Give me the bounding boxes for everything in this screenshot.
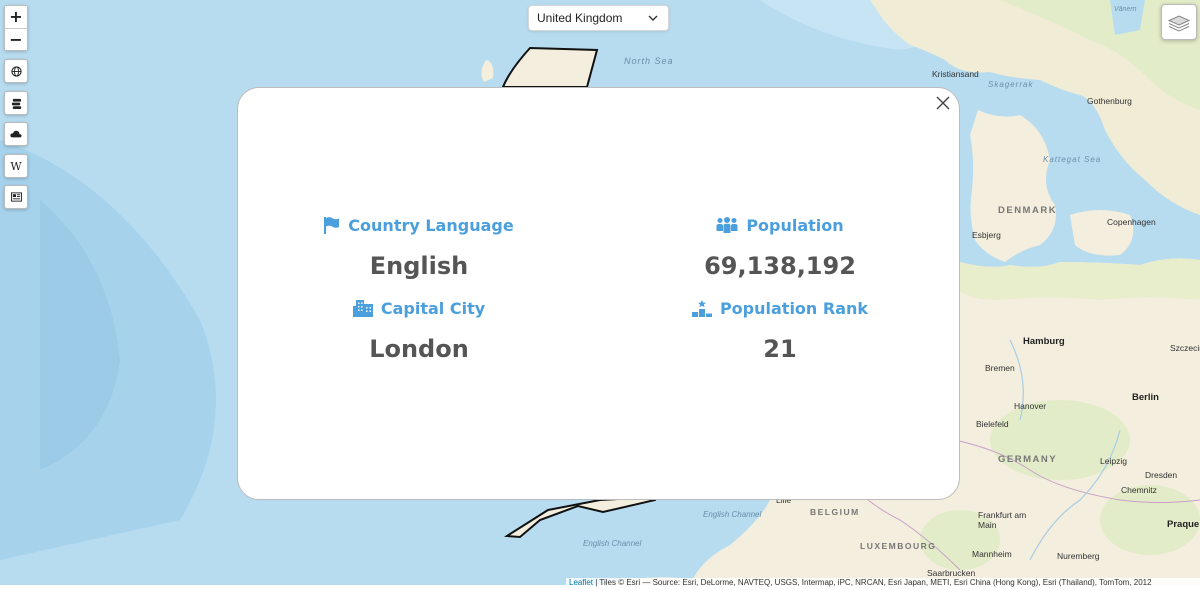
country-select[interactable]: United Kingdom [528, 5, 669, 31]
city-label: Hanover [1014, 401, 1047, 411]
globe-icon [10, 65, 22, 77]
newspaper-icon [10, 192, 22, 202]
language-stat: Country Language English [289, 216, 549, 280]
news-button[interactable] [4, 185, 28, 209]
city-label: Chemnitz [1121, 485, 1157, 495]
city-label: Bielefeld [976, 419, 1009, 429]
country-label: BELGIUM [810, 507, 860, 517]
layers-icon [1168, 15, 1190, 32]
layers-button[interactable] [1161, 4, 1197, 40]
leaflet-link[interactable]: Leaflet [569, 578, 593, 587]
city-label: Praque [1167, 519, 1200, 530]
city-label: Nuremberg [1057, 551, 1100, 561]
currency-button[interactable] [4, 91, 28, 115]
city-label: Mannheim [972, 549, 1012, 559]
rank-label: Population Rank [719, 299, 869, 318]
wikipedia-button[interactable]: W [4, 154, 28, 178]
city-label: Leipzig [1100, 456, 1127, 466]
country-label: LUXEMBOURG [860, 541, 937, 551]
population-value: 69,138,192 [704, 252, 856, 280]
zoom-control: + − [4, 5, 28, 51]
country-label: GERMANY [998, 454, 1058, 465]
city-icon [352, 300, 373, 317]
city-label: Berlin [1132, 392, 1159, 403]
rank-value: 21 [763, 335, 797, 363]
podium-icon [691, 300, 712, 317]
city-label: Copenhagen [1107, 217, 1156, 227]
chevron-down-icon [648, 15, 658, 21]
lake-label: Vänern [1114, 6, 1137, 13]
city-label: Gothenburg [1087, 96, 1132, 106]
sea-label: North Sea [624, 56, 674, 66]
city-label: Kristiansand [932, 69, 979, 79]
country-select-value: United Kingdom [537, 11, 623, 25]
zoom-out-button[interactable]: − [5, 28, 27, 50]
cloud-icon [10, 130, 22, 138]
sea-label: English Channel [703, 510, 762, 519]
sea-label: Kattegat Sea [1043, 155, 1102, 164]
rank-stat: Population Rank 21 [650, 299, 910, 363]
city-label: Szczecin [1170, 343, 1200, 353]
country-label: DENMARK [998, 205, 1058, 216]
city-label: Bremen [985, 363, 1015, 373]
city-label: Saarbrucken [927, 568, 976, 578]
population-stat: Population 69,138,192 [650, 216, 910, 280]
money-icon [11, 98, 21, 109]
attribution-text: | Tiles © Esri — Source: Esri, DeLorme, … [593, 578, 1152, 587]
capital-label: Capital City [380, 299, 486, 318]
globe-button[interactable] [4, 59, 28, 83]
population-label: Population [746, 216, 844, 235]
country-info-modal: Country Language English Population 69,1… [237, 87, 960, 500]
city-label: Dresden [1145, 470, 1178, 480]
weather-button[interactable] [4, 122, 28, 146]
close-icon[interactable] [935, 95, 951, 111]
sea-label: Skagerrak [988, 80, 1034, 89]
city-label: Frankfurt am Main [978, 510, 1027, 530]
capital-stat: Capital City London [289, 299, 549, 363]
zoom-in-button[interactable]: + [5, 6, 27, 28]
map-attribution: Leaflet | Tiles © Esri — Source: Esri, D… [566, 578, 1200, 590]
city-label: Esbjerg [972, 230, 1001, 240]
wikipedia-icon: W [10, 159, 22, 173]
capital-value: London [369, 335, 469, 363]
sea-label: English Channel [583, 539, 642, 548]
city-label: Hamburg [1023, 336, 1065, 347]
language-label: Country Language [348, 216, 514, 235]
language-value: English [369, 252, 469, 280]
people-icon [716, 217, 738, 233]
flag-icon [324, 217, 340, 234]
